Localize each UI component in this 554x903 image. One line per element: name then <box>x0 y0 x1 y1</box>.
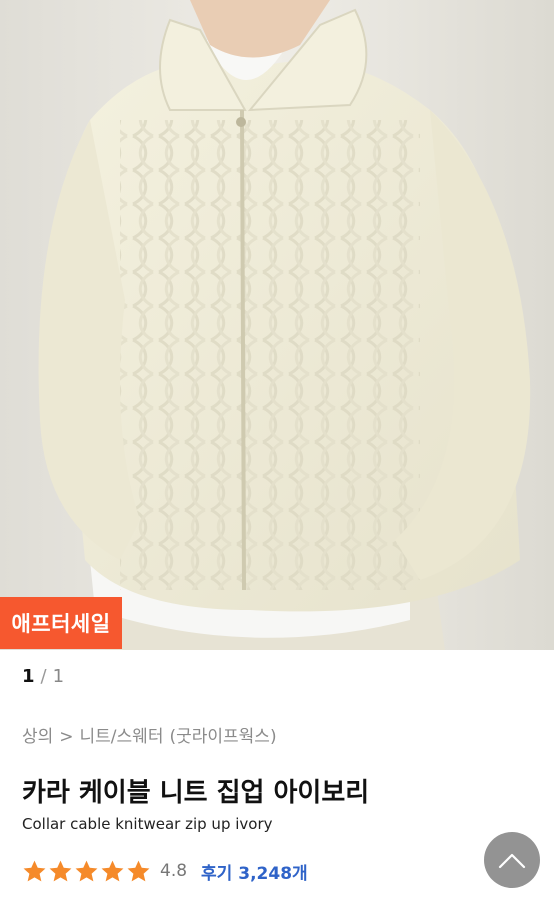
product-photo <box>0 0 554 650</box>
scroll-to-top-button[interactable] <box>484 832 540 888</box>
star-icon <box>127 860 150 881</box>
rating-value: 4.8 <box>160 861 188 881</box>
star-icon <box>49 860 72 881</box>
breadcrumb: 상의 > 니트/스웨터 (굿라이프웍스) <box>22 722 283 747</box>
breadcrumb-separator: > <box>59 727 74 747</box>
image-pager: 1/1 <box>22 666 64 687</box>
breadcrumb-category[interactable]: 상의 <box>22 727 53 747</box>
star-icon <box>23 860 46 881</box>
pager-current: 1 <box>22 666 35 687</box>
pager-total: 1 <box>52 666 65 687</box>
product-subtitle: Collar cable knitwear zip up ivory <box>22 815 273 833</box>
breadcrumb-brand[interactable]: (굿라이프웍스) <box>169 727 276 747</box>
star-icon <box>101 860 124 881</box>
product-title: 카라 케이블 니트 집업 아이보리 <box>22 778 370 808</box>
product-image[interactable]: 애프터세일 <box>0 0 554 650</box>
rating-stars <box>22 859 152 884</box>
sale-badge: 애프터세일 <box>0 597 122 649</box>
review-count-link[interactable]: 후기 3,248개 <box>201 859 308 884</box>
pager-separator: / <box>40 666 47 687</box>
rating-row: 4.8 후기 3,248개 <box>22 857 308 885</box>
star-icon <box>75 860 98 881</box>
breadcrumb-subcategory[interactable]: 니트/스웨터 <box>80 727 164 747</box>
chevron-up-icon <box>498 853 526 869</box>
